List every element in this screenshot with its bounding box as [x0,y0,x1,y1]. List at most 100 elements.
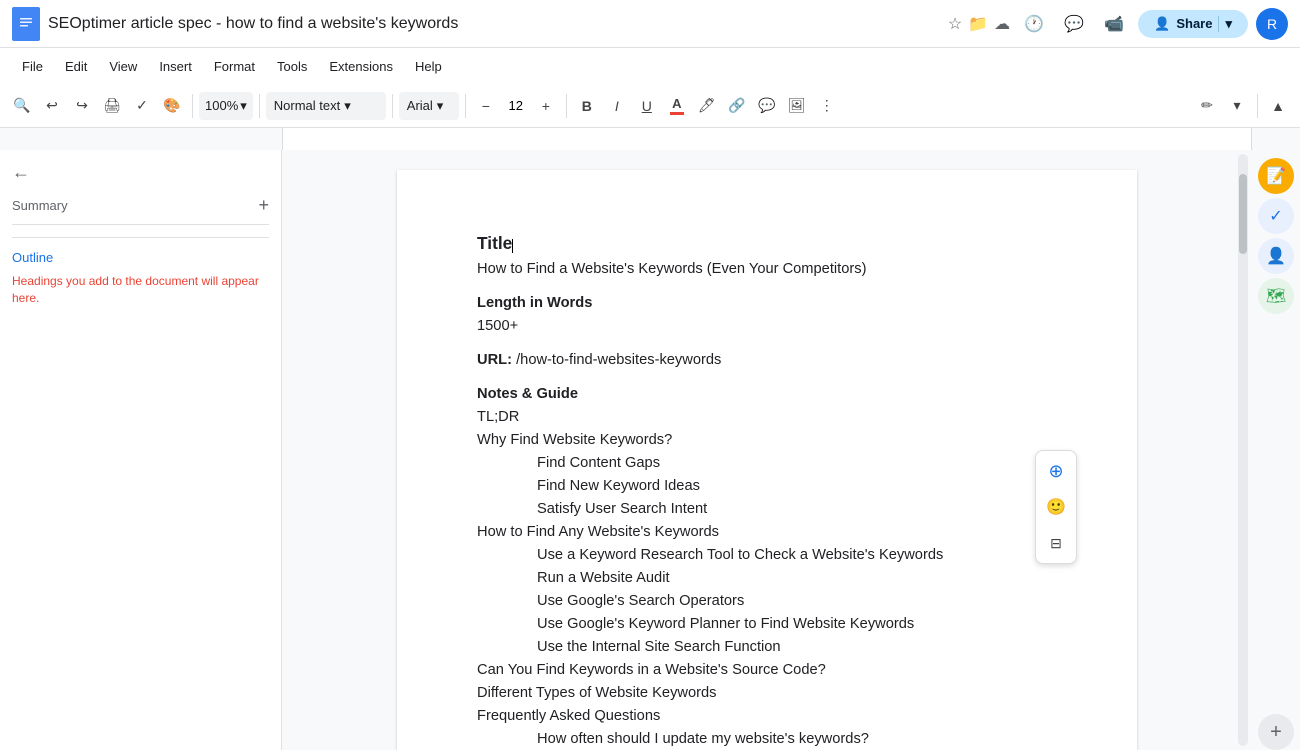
menu-tools[interactable]: Tools [267,55,317,78]
italic-button[interactable]: I [603,92,631,120]
font-size-increase[interactable]: + [532,92,560,120]
highlight-button[interactable]: 🖊 [693,92,721,120]
menu-view[interactable]: View [99,55,147,78]
ruler [0,128,1300,150]
document-title[interactable]: SEOptimer article spec - how to find a w… [48,15,936,33]
font-size-input[interactable] [502,98,530,113]
menu-format[interactable]: Format [204,55,265,78]
font-family-select[interactable]: Arial ▾ [399,92,459,120]
sidebar-hint-text: Headings you add to the document will ap… [12,273,269,307]
toolbar: 🔍 ↩ ↪ 🖨 ✓ 🎨 100% ▾ Normal text ▾ Arial ▾… [0,84,1300,128]
bold-button[interactable]: B [573,92,601,120]
sidebar-divider [12,237,269,238]
vertical-scrollbar-thumb[interactable] [1239,174,1247,254]
toolbar-divider-3 [392,94,393,118]
person-icon: 👤 [1266,246,1286,266]
toolbar-divider-1 [192,94,193,118]
sidebar-outline-label: Outline [12,250,269,265]
right-panel-yellow-icon[interactable]: 📝 [1258,158,1294,194]
right-actions: 🕐 💬 📹 👤 Share ▾ R [1018,8,1288,40]
check-icon: ✓ [1269,206,1282,226]
line-source-code: Can You Find Keywords in a Website's Sou… [477,659,1057,681]
sidebar-summary-label: Summary [12,198,68,213]
image-button[interactable]: 🖼 [783,92,811,120]
sidebar-back-button[interactable]: ← [12,162,269,183]
meet-button[interactable]: 📹 [1098,8,1130,40]
spellcheck-button[interactable]: ✓ [128,92,156,120]
line-internal-search: Use the Internal Site Search Function [477,636,1057,658]
add-icon: + [1270,721,1282,744]
chat-button[interactable]: 💬 [1058,8,1090,40]
pencil-dropdown[interactable]: ▾ [1223,92,1251,120]
print-button[interactable]: 🖨 [98,92,126,120]
paint-format-button[interactable]: 🎨 [158,92,186,120]
add-comment-float-button[interactable]: ⊕ [1040,455,1072,487]
search-button[interactable]: 🔍 [8,92,36,120]
format-style-select[interactable]: Normal text ▾ [266,92,386,120]
length-heading: Length in Words [477,292,1057,314]
share-icon: 👤 [1154,16,1170,32]
collapse-button[interactable]: ▲ [1264,92,1292,120]
line-keyword-ideas: Find New Keyword Ideas [477,475,1057,497]
right-panel-blue-icon[interactable]: ✓ [1258,198,1294,234]
title-label: Title [477,233,512,253]
font-family-arrow: ▾ [437,98,444,114]
underline-button[interactable]: U [633,92,661,120]
share-button[interactable]: 👤 Share ▾ [1138,10,1248,38]
menu-extensions[interactable]: Extensions [319,55,403,78]
star-icon[interactable]: ☆ [948,14,962,34]
redo-button[interactable]: ↪ [68,92,96,120]
menu-file[interactable]: File [12,55,53,78]
folder-icon[interactable]: 📁 [968,14,988,34]
toolbar-divider-4 [465,94,466,118]
vertical-scrollbar-track[interactable] [1238,154,1248,746]
comment-button[interactable]: 💬 [753,92,781,120]
toolbar-divider-5 [566,94,567,118]
right-panel-person-icon[interactable]: 👤 [1258,238,1294,274]
share-label: Share [1176,16,1212,31]
title-bar: SEOptimer article spec - how to find a w… [0,0,1300,48]
notes-icon: 📝 [1266,166,1286,186]
right-panel: 📝 ✓ 👤 🗺 + [1252,150,1300,750]
map-icon: 🗺 [1266,286,1286,306]
menu-edit[interactable]: Edit [55,55,97,78]
image-float-button[interactable]: ⊟ [1040,527,1072,559]
sidebar: ← Summary + Outline Headings you add to … [0,150,282,750]
undo-button[interactable]: ↩ [38,92,66,120]
history-button[interactable]: 🕐 [1018,8,1050,40]
font-size-decrease[interactable]: − [472,92,500,120]
title-actions: ☆ 📁 ☁ [948,14,1010,34]
line-types: Different Types of Website Keywords [477,682,1057,704]
right-panel-add-button[interactable]: + [1258,714,1294,750]
doc-icon [12,7,40,41]
zoom-value: 100% [205,98,238,113]
share-dropdown-arrow[interactable]: ▾ [1218,16,1232,32]
text-color-button[interactable]: A [663,92,691,120]
doc-content[interactable]: Title How to Find a Website's Keywords (… [477,231,1057,750]
line-how-to: How to Find Any Website's Keywords [477,521,1057,543]
toolbar-divider-2 [259,94,260,118]
pencil-button[interactable]: ✏ [1193,92,1221,120]
sidebar-add-button[interactable]: + [258,195,269,216]
font-family-value: Arial [407,98,433,113]
more-button[interactable]: ⋮ [813,92,841,120]
link-button[interactable]: 🔗 [723,92,751,120]
line-keyword-planner: Use Google's Keyword Planner to Find Web… [477,613,1057,635]
font-size-control[interactable]: − + [472,92,560,120]
emoji-float-button[interactable]: 🙂 [1040,491,1072,523]
sidebar-summary-section: Summary + [12,195,269,225]
notes-heading: Notes & Guide [477,383,1057,405]
line-faq: Frequently Asked Questions [477,705,1057,727]
zoom-control[interactable]: 100% ▾ [199,92,253,120]
menu-insert[interactable]: Insert [149,55,202,78]
title-value: How to Find a Website's Keywords (Even Y… [477,261,866,277]
ruler-ticks [282,128,1252,150]
right-panel-map-icon[interactable]: 🗺 [1258,278,1294,314]
doc-area[interactable]: Title How to Find a Website's Keywords (… [282,150,1252,750]
menu-help[interactable]: Help [405,55,452,78]
user-avatar[interactable]: R [1256,8,1288,40]
cloud-icon[interactable]: ☁ [994,14,1010,34]
line-why: Why Find Website Keywords? [477,429,1057,451]
toolbar-right: ✏ ▾ ▲ [1193,92,1292,120]
line-content-gaps: Find Content Gaps [477,452,1057,474]
